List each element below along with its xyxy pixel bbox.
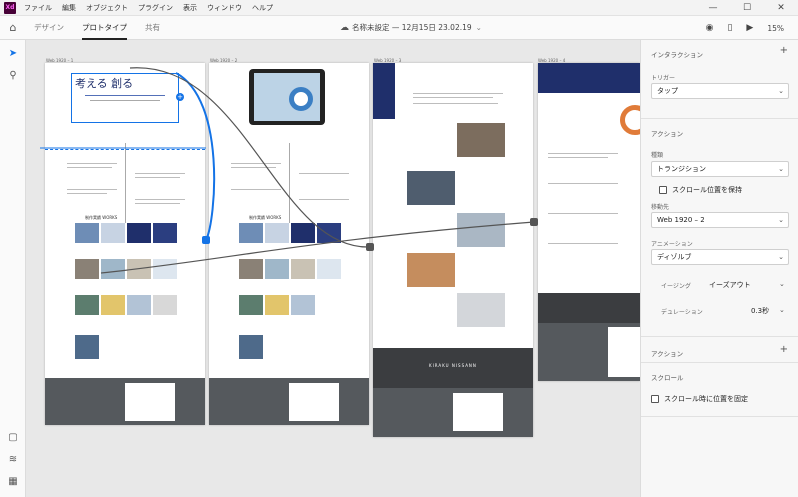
title-bar: Xd ファイル 編集 オブジェクト プラグイン 表示 ウィンドウ ヘルプ — ☐… — [0, 0, 798, 16]
maximize-button[interactable]: ☐ — [730, 0, 764, 16]
select-tool-icon[interactable]: ➤ — [0, 48, 26, 59]
zoom-tool-icon[interactable]: ⚲ — [0, 70, 26, 81]
wire-2[interactable] — [100, 221, 535, 274]
action-heading: アクション — [651, 130, 684, 138]
tab-prototype[interactable]: プロトタイプ — [82, 16, 127, 40]
animation-value: ディゾルブ — [657, 253, 692, 261]
user-icon[interactable]: ◉ — [706, 23, 714, 33]
chevron-down-icon: ⌄ — [778, 165, 784, 173]
checkbox-box[interactable] — [659, 186, 667, 194]
tab-design[interactable]: デザイン — [34, 16, 64, 40]
type-label: 種類 — [651, 152, 664, 159]
checkbox-box[interactable] — [651, 395, 659, 403]
interaction-heading: インタラクション — [651, 51, 703, 59]
menu-file[interactable]: ファイル — [24, 3, 52, 13]
tab-share[interactable]: 共有 — [145, 16, 160, 40]
animation-select[interactable]: ディゾルブ ⌄ — [651, 249, 789, 265]
prototype-wires — [40, 67, 538, 274]
device-preview-icon[interactable]: ▯ — [727, 23, 732, 33]
assets-icon[interactable]: ▢ — [0, 432, 26, 443]
chevron-down-icon[interactable]: ⌄ — [779, 280, 785, 288]
mode-toolbar: ⌂ デザイン プロトタイプ 共有 ☁ 名称未設定 — 12月15日 23.02.1… — [0, 16, 798, 40]
wire-endpoint-1[interactable] — [202, 236, 210, 244]
xd-logo: Xd — [4, 1, 16, 14]
property-inspector: インタラクション + トリガー タップ ⌄ アクション 種類 トランジション ⌄… — [640, 40, 798, 497]
action-heading-2: アクション — [651, 350, 684, 358]
menu-plugins[interactable]: プラグイン — [138, 3, 173, 13]
preserve-scroll-checkbox[interactable]: スクロール位置を保持 — [659, 185, 742, 195]
menu-bar: ファイル 編集 オブジェクト プラグイン 表示 ウィンドウ ヘルプ — [24, 3, 283, 13]
trigger-label: トリガー — [651, 75, 676, 82]
zoom-level[interactable]: 15% — [767, 24, 784, 33]
destination-value: Web 1920 – 2 — [657, 216, 705, 224]
minimize-button[interactable]: — — [696, 0, 730, 16]
layers-icon[interactable]: ≋ — [0, 454, 26, 465]
easing-label: イージング — [661, 283, 691, 290]
window-controls: — ☐ ✕ — [696, 0, 798, 16]
menu-help[interactable]: ヘルプ — [252, 3, 273, 13]
canvas[interactable]: Web 1920 – 1 考える 創る + 制作実績 WORKS Web 192… — [26, 40, 640, 497]
scroll-heading: スクロール — [651, 374, 684, 382]
document-title-text: 名称未設定 — 12月15日 23.02.19 — [352, 23, 472, 32]
chevron-down-icon: ⌄ — [778, 253, 784, 261]
trigger-select[interactable]: タップ ⌄ — [651, 83, 789, 99]
animation-label: アニメーション — [651, 241, 693, 248]
chevron-down-icon: ⌄ — [778, 216, 784, 224]
add-interaction-plus-icon[interactable]: + — [780, 45, 788, 56]
chevron-down-icon: ⌄ — [778, 87, 784, 95]
trigger-value: タップ — [657, 87, 678, 95]
destination-label: 移動先 — [651, 204, 670, 211]
menu-window[interactable]: ウィンドウ — [207, 3, 242, 13]
document-title[interactable]: ☁ 名称未設定 — 12月15日 23.02.19 ⌄ — [340, 16, 482, 40]
menu-view[interactable]: 表示 — [183, 3, 197, 13]
duration-value[interactable]: 0.3秒 — [751, 306, 769, 316]
type-value: トランジション — [657, 165, 706, 173]
fix-on-scroll-label: スクロール時に位置を固定 — [664, 395, 748, 403]
wire-endpoint-2[interactable] — [366, 243, 374, 251]
type-select[interactable]: トランジション ⌄ — [651, 161, 789, 177]
home-icon[interactable]: ⌂ — [0, 21, 26, 34]
toolbar-right: ◉ ▯ ▶ 15% — [692, 16, 784, 40]
wire-endpoint-3[interactable] — [530, 218, 538, 226]
chevron-down-icon: ⌄ — [475, 23, 482, 32]
menu-edit[interactable]: 編集 — [62, 3, 76, 13]
menu-object[interactable]: オブジェクト — [86, 3, 128, 13]
close-button[interactable]: ✕ — [764, 0, 798, 16]
preserve-scroll-label: スクロール位置を保持 — [672, 186, 742, 194]
wire-1[interactable] — [129, 67, 371, 248]
duration-label: デュレーション — [661, 309, 703, 316]
plugins-icon[interactable]: ▦ — [0, 476, 26, 487]
play-icon[interactable]: ▶ — [746, 23, 753, 33]
cloud-icon: ☁ — [340, 23, 349, 33]
fix-on-scroll-checkbox[interactable]: スクロール時に位置を固定 — [651, 394, 748, 404]
add-action-plus-icon[interactable]: + — [780, 344, 788, 355]
left-toolbar: ➤ ⚲ ▢ ≋ ▦ — [0, 40, 26, 497]
easing-value[interactable]: イーズアウト — [709, 280, 751, 290]
chevron-down-icon[interactable]: ⌄ — [779, 306, 785, 314]
destination-select[interactable]: Web 1920 – 2 ⌄ — [651, 212, 789, 228]
